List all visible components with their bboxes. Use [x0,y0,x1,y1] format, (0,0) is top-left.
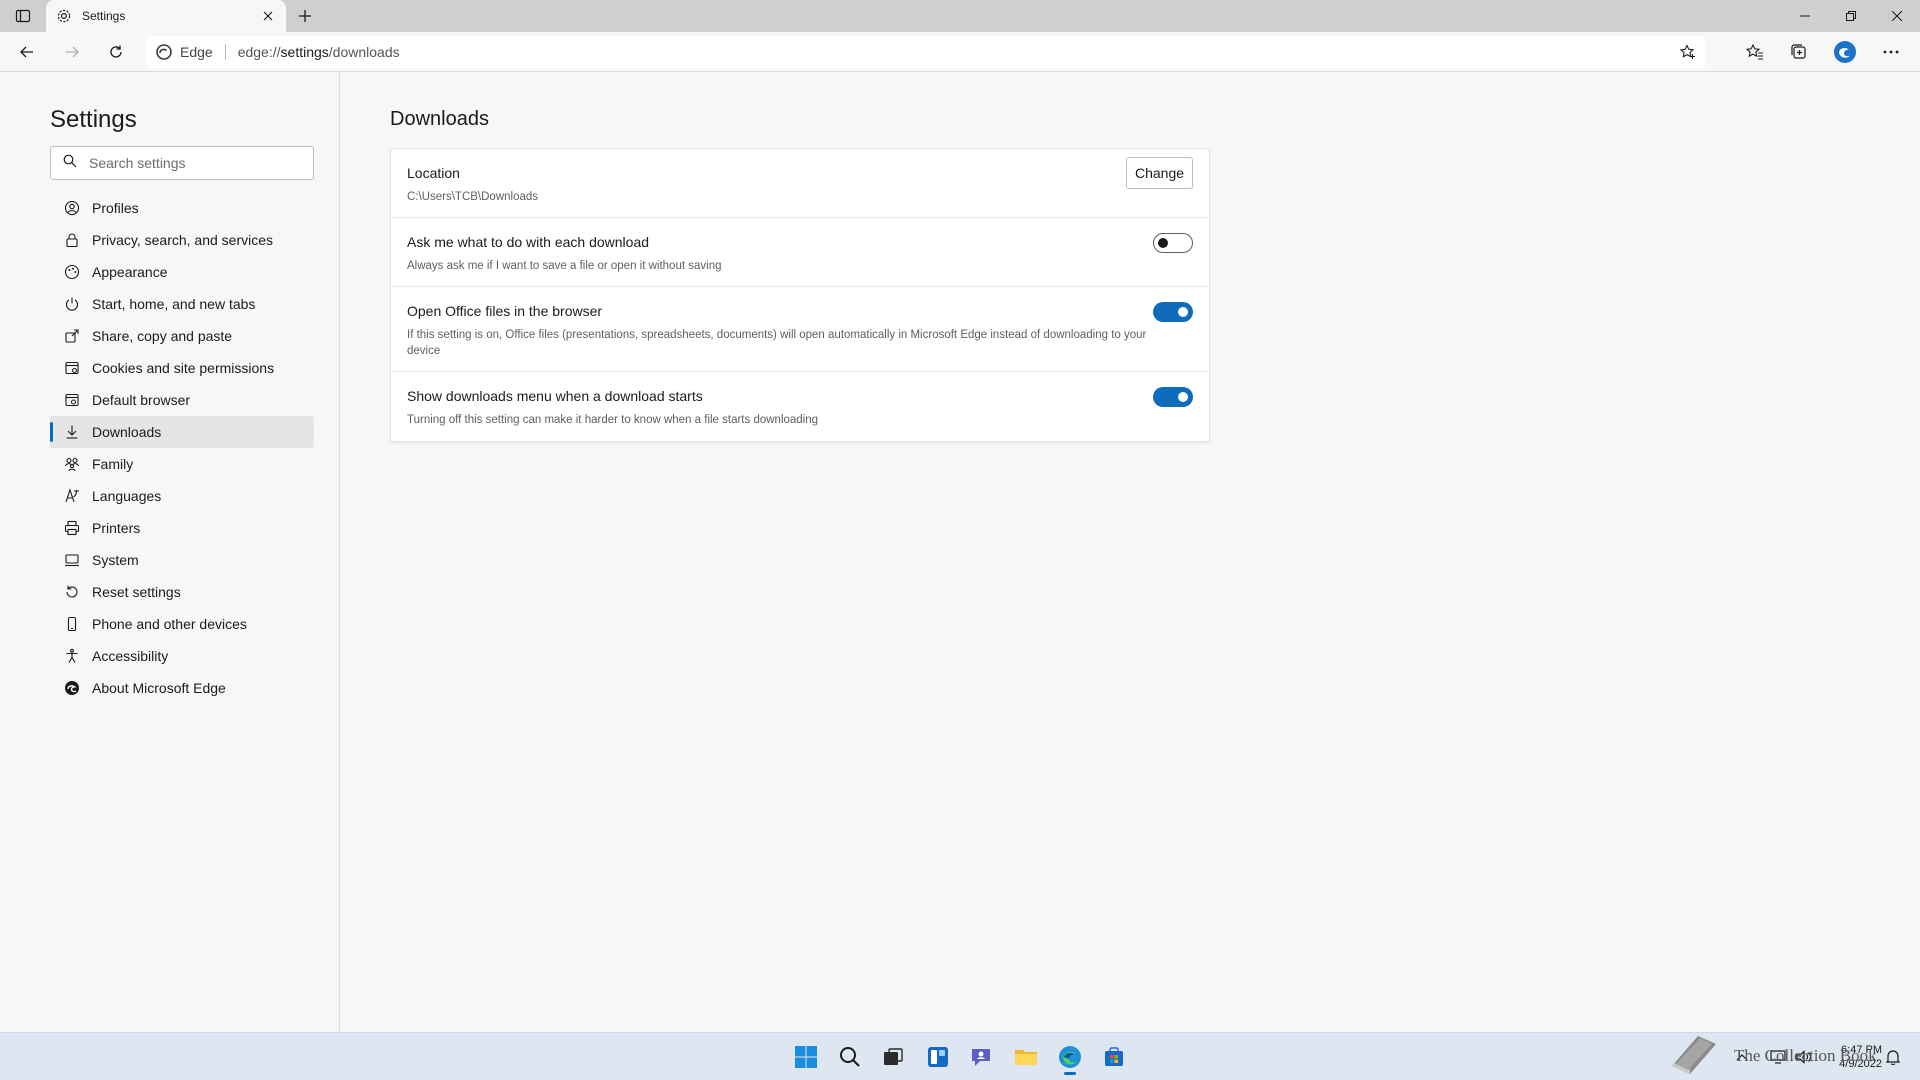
setting-title: Show downloads menu when a download star… [407,388,703,404]
omnibox-separator [224,44,226,60]
tab-actions-icon[interactable] [12,6,34,26]
browser-icon [64,392,80,408]
refresh-icon[interactable] [101,38,131,66]
edge-logo-icon [156,44,172,60]
tab-title: Settings [82,9,126,23]
profile-icon [64,200,80,216]
sidebar-item-printers[interactable]: Printers [50,512,314,544]
tab-bar: Settings [0,0,1920,32]
more-icon[interactable] [1876,38,1906,66]
sidebar-item-start-home[interactable]: Start, home, and new tabs [50,288,314,320]
location-path: C:\Users\TCB\Downloads [407,191,539,203]
task-view-icon[interactable] [877,1041,909,1073]
downloads-menu-row: Show downloads menu when a download star… [391,372,1209,441]
appearance-icon [64,264,80,280]
search-box[interactable] [50,146,314,180]
watermark: The Collection Book [1668,1032,1877,1080]
page-title: Downloads [390,108,489,130]
new-tab-icon[interactable] [294,5,316,27]
location-title: Location [407,165,460,181]
search-input[interactable] [89,155,299,171]
sidebar-item-profiles[interactable]: Profiles [50,192,314,224]
location-row: Location C:\Users\TCB\Downloads Change [391,149,1209,218]
system-icon [64,552,80,568]
search-icon [63,154,77,173]
reset-icon [64,584,80,600]
cookies-icon [64,360,80,376]
add-favorite-icon[interactable] [1678,42,1698,62]
settings-nav: Profiles Privacy, search, and services A… [50,192,314,704]
sidebar-item-privacy[interactable]: Privacy, search, and services [50,224,314,256]
tab-settings[interactable]: Settings [46,0,286,32]
settings-title: Settings [50,106,137,133]
power-icon [64,296,80,312]
edge-icon [64,680,80,696]
close-tab-icon[interactable] [260,8,276,24]
download-icon [64,424,80,440]
sidebar-item-accessibility[interactable]: Accessibility [50,640,314,672]
book-icon [1668,1032,1720,1080]
setting-title: Ask me what to do with each download [407,234,650,250]
profile-avatar-icon[interactable] [1830,38,1860,66]
change-location-button[interactable]: Change [1126,157,1193,189]
sidebar-item-cookies[interactable]: Cookies and site permissions [50,352,314,384]
phone-icon [64,616,80,632]
sidebar-item-reset[interactable]: Reset settings [50,576,314,608]
sidebar-item-family[interactable]: Family [50,448,314,480]
share-icon [64,328,80,344]
setting-description: Always ask me if I want to save a file o… [407,260,722,272]
site-name: Edge [180,44,213,60]
store-icon[interactable] [1098,1041,1130,1073]
address-toolbar: Edge edge://settings/downloads [0,32,1920,72]
printer-icon [64,520,80,536]
restore-icon[interactable] [1828,0,1874,32]
back-icon[interactable] [12,38,42,66]
favorites-icon[interactable] [1740,38,1770,66]
edge-taskbar-icon[interactable] [1054,1041,1086,1075]
sidebar-item-default-browser[interactable]: Default browser [50,384,314,416]
sidebar-item-phone[interactable]: Phone and other devices [50,608,314,640]
ask-download-row: Ask me what to do with each download Alw… [391,218,1209,287]
url-text: edge://settings/downloads [237,44,400,60]
start-icon[interactable] [790,1041,822,1073]
widgets-icon[interactable] [922,1041,954,1073]
language-icon [64,488,80,504]
minimize-icon[interactable] [1782,0,1828,32]
sidebar-item-about[interactable]: About Microsoft Edge [50,672,314,704]
lock-icon [64,232,80,248]
sidebar-item-system[interactable]: System [50,544,314,576]
sidebar-item-share[interactable]: Share, copy and paste [50,320,314,352]
collections-icon[interactable] [1784,38,1814,66]
taskbar: 6:47 PM 4/9/2022 [0,1032,1920,1080]
notification-icon[interactable] [1886,1033,1900,1080]
watermark-text: The Collection Book [1734,1046,1877,1065]
downloads-settings-card: Location C:\Users\TCB\Downloads Change A… [390,148,1210,442]
address-bar[interactable]: Edge edge://settings/downloads [146,36,1706,68]
downloads-menu-toggle[interactable] [1153,387,1193,407]
gear-icon [56,8,72,24]
sidebar-item-appearance[interactable]: Appearance [50,256,314,288]
chat-icon[interactable] [965,1041,997,1073]
settings-sidebar: Settings Profiles Privacy, search, and s… [0,72,340,1032]
close-window-icon[interactable] [1874,0,1920,32]
forward-icon[interactable] [57,38,87,66]
setting-description: If this setting is on, Office files (pre… [407,329,1147,357]
file-explorer-icon[interactable] [1010,1041,1042,1073]
office-files-toggle[interactable] [1153,302,1193,322]
office-files-row: Open Office files in the browser If this… [391,287,1209,372]
search-taskbar-icon[interactable] [834,1041,866,1073]
sidebar-item-downloads[interactable]: Downloads [50,416,314,448]
accessibility-icon [64,648,80,664]
ask-download-toggle[interactable] [1153,233,1193,253]
sidebar-item-languages[interactable]: Languages [50,480,314,512]
family-icon [64,456,80,472]
setting-title: Open Office files in the browser [407,303,603,319]
setting-description: Turning off this setting can make it har… [407,414,819,426]
